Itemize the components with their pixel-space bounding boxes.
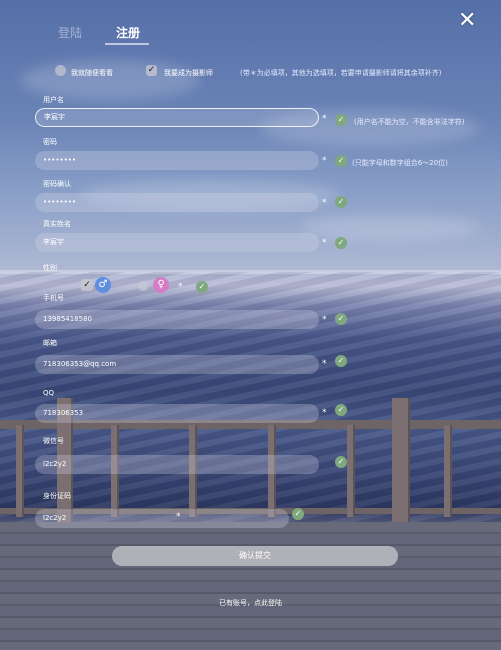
required-mark: * [176,512,181,522]
confirm-password-input[interactable]: •••••••• [35,193,319,212]
male-icon: ♂ [95,277,111,293]
railing-post [16,425,24,517]
wechat-input[interactable]: l2c2y2 [35,455,319,474]
password-label: 密码 [43,138,57,146]
valid-check-icon: ✓ [196,281,208,293]
phone-label: 手机号 [43,294,64,302]
close-icon[interactable]: ✕ [458,10,476,32]
email-label: 邮箱 [43,339,57,347]
password-input[interactable]: •••••••• [35,151,319,170]
female-icon: ♀ [153,277,169,293]
tab-register[interactable]: 注册 [116,24,140,41]
female-radio[interactable] [138,281,148,291]
valid-check-icon: ✓ [335,404,347,416]
required-mark: * [322,315,327,325]
login-link[interactable]: 已有账号，点此登陆 [0,598,501,608]
required-mark: * [322,238,327,248]
role-selection: 我就随便看看 ✓ 我要成为摄影师 (带＊为必填项，其他为选填项，若要申请摄影师请… [0,65,501,81]
gender-label: 性别 [43,264,57,272]
qq-input[interactable]: 718306353 [35,404,319,423]
valid-check-icon: ✓ [335,196,347,208]
email-input[interactable]: 718306353@qq.com [35,355,319,374]
valid-check-icon: ✓ [335,355,347,367]
viewer-radio[interactable] [55,65,66,76]
viewer-label: 我就随便看看 [71,69,113,77]
photographer-checkbox[interactable]: ✓ [146,65,157,76]
qq-label: QQ [43,389,55,397]
required-note: (带＊为必填项，其他为选填项，若要申请摄影师请将其余项补齐) [240,69,442,77]
photographer-label: 我要成为摄影师 [164,69,213,77]
required-mark: * [322,156,327,166]
railing-post [392,398,410,524]
realname-input[interactable]: 李宸宇 [35,233,319,252]
valid-check-icon: ✓ [292,508,304,520]
required-mark: * [322,114,327,124]
active-tab-indicator [105,43,149,45]
male-checkbox[interactable]: ✓ [81,279,93,291]
realname-label: 真实姓名 [43,220,71,228]
idcard-label: 身份证码 [43,492,71,500]
submit-button[interactable]: 确认提交 [112,546,398,566]
confirm-password-label: 密码确认 [43,180,71,188]
required-mark: * [322,198,327,208]
phone-input[interactable]: 13985418580 [35,310,319,329]
required-mark: * [178,282,183,292]
idcard-input[interactable]: l2c2y2 [35,509,289,528]
valid-check-icon: ✓ [335,114,347,126]
username-input[interactable]: 李宸宇 [35,108,319,127]
valid-check-icon: ✓ [335,155,347,167]
username-hint: (用户名不能为空，不能含非法字符) [354,118,465,126]
password-hint: (只能字母和数字组合6～20位) [352,159,448,167]
required-mark: * [322,359,327,369]
railing-post [347,425,355,517]
username-label: 用户名 [43,96,64,104]
deck-background [0,522,501,650]
valid-check-icon: ✓ [335,237,347,249]
registration-page: 登陆 注册 ✕ 我就随便看看 ✓ 我要成为摄影师 (带＊为必填项，其他为选填项，… [0,0,501,650]
railing-post [444,425,452,517]
tab-bar: 登陆 注册 [0,0,501,50]
cloud [300,215,480,241]
required-mark: * [322,408,327,418]
valid-check-icon: ✓ [335,456,347,468]
valid-check-icon: ✓ [335,313,347,325]
tab-login[interactable]: 登陆 [58,24,82,41]
wechat-label: 微信号 [43,437,64,445]
